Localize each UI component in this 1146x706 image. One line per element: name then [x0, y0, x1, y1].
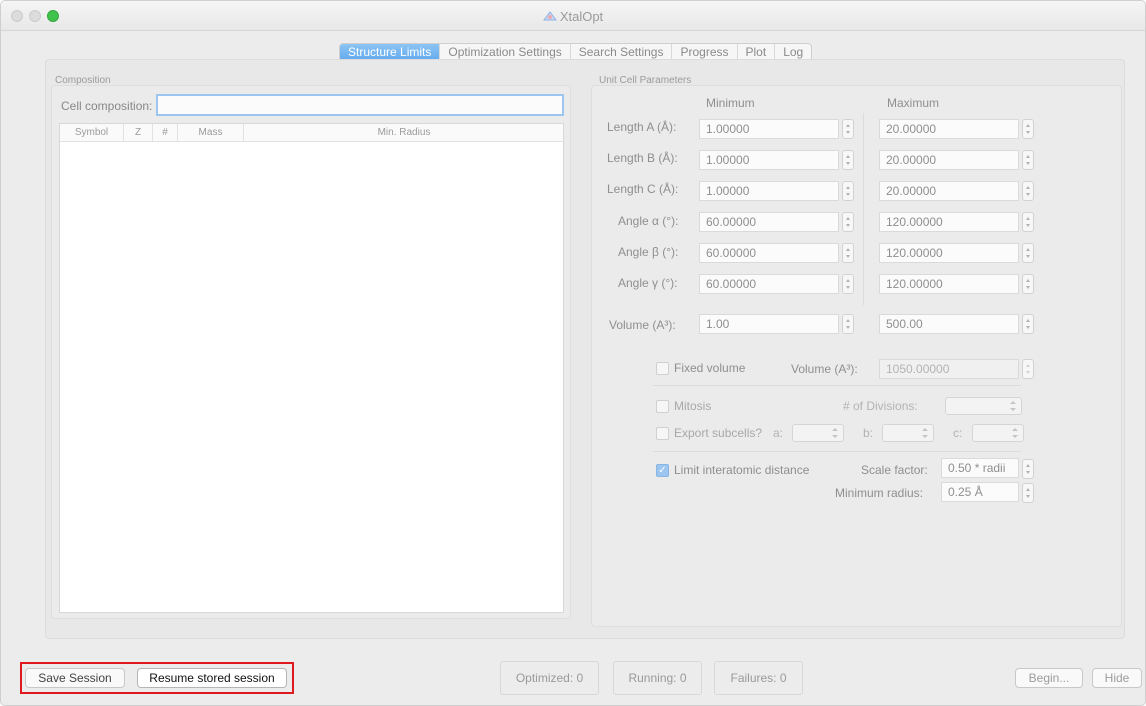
angle-gamma-max-input[interactable] [879, 274, 1019, 294]
length-a-min-stepper[interactable] [842, 119, 854, 139]
xtalopt-window: XtalOpt Structure Limits Optimization Se… [0, 0, 1146, 706]
xtalopt-logo-icon [542, 11, 557, 21]
chevron-updown-icon [1012, 428, 1018, 438]
column-z[interactable]: Z [124, 124, 153, 142]
column-mass[interactable]: Mass [178, 124, 244, 142]
divider [653, 385, 1021, 386]
fixed-volume-stepper[interactable] [1022, 359, 1034, 379]
scale-factor-stepper[interactable] [1022, 459, 1034, 479]
length-a-label: Length A (Å): [607, 120, 677, 134]
volume-max-stepper[interactable] [1022, 314, 1034, 334]
length-a-max-input[interactable] [879, 119, 1019, 139]
angle-beta-min-input[interactable] [699, 243, 839, 263]
subcell-b-label: b: [863, 426, 874, 440]
subcell-b-select[interactable] [882, 424, 934, 442]
angle-gamma-label: Angle γ (°): [618, 276, 678, 290]
fixed-volume-checkbox[interactable] [656, 362, 669, 375]
length-b-max-input[interactable] [879, 150, 1019, 170]
export-subcells-checkbox[interactable] [656, 427, 669, 440]
column-count[interactable]: # [153, 124, 178, 142]
length-c-label: Length C (Å): [607, 182, 679, 196]
divisions-select[interactable] [945, 397, 1022, 415]
divider [653, 451, 1021, 452]
min-max-divider [863, 113, 864, 305]
subcell-a-select[interactable] [792, 424, 844, 442]
angle-alpha-label: Angle α (°): [618, 214, 679, 228]
begin-button[interactable]: Begin... [1015, 668, 1083, 688]
minimum-radius-input[interactable] [941, 482, 1019, 502]
failures-count: Failures: 0 [714, 661, 803, 695]
length-c-max-stepper[interactable] [1022, 181, 1034, 201]
volume-min-stepper[interactable] [842, 314, 854, 334]
title-bar: XtalOpt [1, 1, 1145, 31]
length-a-max-stepper[interactable] [1022, 119, 1034, 139]
mitosis-label: Mitosis [674, 399, 712, 413]
length-b-min-stepper[interactable] [842, 150, 854, 170]
scale-factor-label: Scale factor: [861, 463, 928, 477]
running-count: Running: 0 [613, 661, 702, 695]
chevron-updown-icon [832, 428, 838, 438]
length-a-min-input[interactable] [699, 119, 839, 139]
limit-interatomic-checkbox[interactable]: ✓ [656, 464, 669, 477]
cell-composition-label: Cell composition: [61, 99, 153, 113]
angle-alpha-max-input[interactable] [879, 212, 1019, 232]
unit-cell-panel [591, 85, 1122, 627]
subcell-c-label: c: [953, 426, 963, 440]
angle-beta-label: Angle β (°): [618, 245, 679, 259]
length-b-max-stepper[interactable] [1022, 150, 1034, 170]
length-c-min-input[interactable] [699, 181, 839, 201]
limit-interatomic-label: Limit interatomic distance [674, 463, 810, 477]
volume-min-input[interactable] [699, 314, 839, 334]
length-b-min-input[interactable] [699, 150, 839, 170]
minimum-radius-stepper[interactable] [1022, 483, 1034, 503]
length-c-min-stepper[interactable] [842, 181, 854, 201]
export-subcells-label: Export subcells? [674, 426, 763, 440]
fixed-volume-value-label: Volume (A³): [791, 362, 858, 376]
minimum-header: Minimum [706, 96, 755, 110]
divisions-label: # of Divisions: [843, 399, 918, 413]
angle-gamma-min-input[interactable] [699, 274, 839, 294]
window-title: XtalOpt [1, 9, 1145, 24]
angle-beta-max-input[interactable] [879, 243, 1019, 263]
highlight-box [20, 662, 294, 694]
mitosis-checkbox[interactable] [656, 400, 669, 413]
minimum-radius-label: Minimum radius: [835, 486, 924, 500]
angle-alpha-min-input[interactable] [699, 212, 839, 232]
angle-beta-max-stepper[interactable] [1022, 243, 1034, 263]
angle-alpha-max-stepper[interactable] [1022, 212, 1034, 232]
angle-gamma-min-stepper[interactable] [842, 274, 854, 294]
angle-gamma-max-stepper[interactable] [1022, 274, 1034, 294]
volume-max-input[interactable] [879, 314, 1019, 334]
fixed-volume-input[interactable] [879, 359, 1019, 379]
composition-table-header: Symbol Z # Mass Min. Radius [60, 124, 563, 142]
angle-alpha-min-stepper[interactable] [842, 212, 854, 232]
chevron-updown-icon [1010, 401, 1016, 411]
subcell-c-select[interactable] [972, 424, 1024, 442]
angle-beta-min-stepper[interactable] [842, 243, 854, 263]
hide-button[interactable]: Hide [1092, 668, 1142, 688]
fixed-volume-label: Fixed volume [674, 361, 746, 375]
composition-table[interactable]: Symbol Z # Mass Min. Radius [59, 123, 564, 613]
optimized-count: Optimized: 0 [500, 661, 599, 695]
cell-composition-input[interactable] [156, 94, 564, 116]
scale-factor-input[interactable] [941, 458, 1019, 478]
length-c-max-input[interactable] [879, 181, 1019, 201]
subcell-a-label: a: [773, 426, 784, 440]
maximum-header: Maximum [887, 96, 940, 110]
length-b-label: Length B (Å): [607, 151, 678, 165]
volume-label: Volume (A³): [609, 318, 676, 332]
column-symbol[interactable]: Symbol [60, 124, 124, 142]
chevron-updown-icon [922, 428, 928, 438]
column-min-radius[interactable]: Min. Radius [244, 124, 564, 142]
